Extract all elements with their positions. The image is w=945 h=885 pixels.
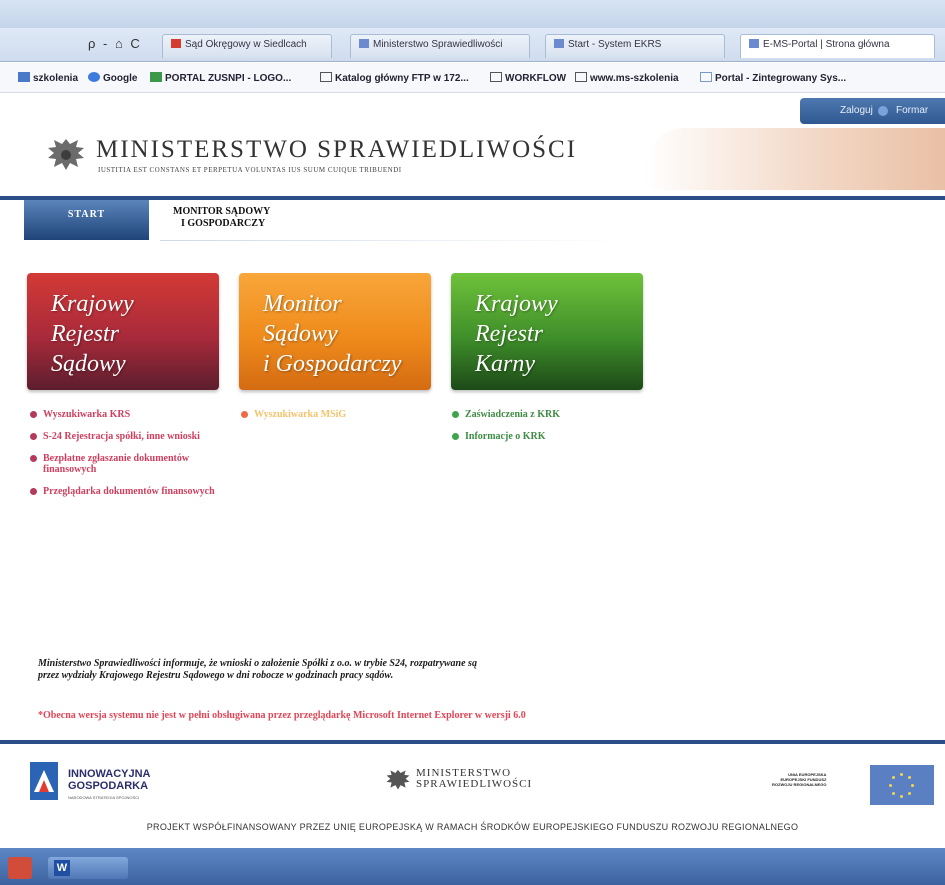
site-favicon-icon [171, 39, 181, 48]
bullet-icon [30, 455, 37, 462]
link-zaswiadczenia-krk[interactable]: Zaświadczenia z KRK [452, 409, 652, 420]
tile-monitor-sadowy[interactable]: Monitor Sądowy i Gospodarczy [239, 273, 431, 390]
link-icon [18, 72, 30, 82]
login-link[interactable]: Zaloguj [840, 105, 873, 116]
start-button[interactable] [8, 857, 32, 879]
msig-links: Wyszukiwarka MSiG [241, 409, 441, 431]
site-favicon-icon [359, 39, 369, 48]
nav-monitor-label: MONITOR SĄDOWY [173, 206, 271, 217]
separator-icon [878, 106, 888, 116]
tile-label: Monitor [263, 291, 342, 317]
tile-krajowy-rejestr-sadowy[interactable]: Krajowy Rejestr Sądowy [27, 273, 219, 390]
eagle-emblem-icon [386, 769, 410, 790]
bullet-icon [241, 411, 248, 418]
nav-start[interactable]: START [24, 200, 149, 240]
window-frame [0, 0, 945, 28]
tab-ems-portal[interactable]: E-MS-Portal | Strona główna [740, 34, 935, 58]
tile-label: Krajowy [475, 291, 558, 317]
tab-bar: ρ - ⌂ C Sąd Okręgowy w Siedlcach Ministe… [0, 28, 945, 62]
nav-monitor-sadowy[interactable]: MONITOR SĄDOWY I GOSPODARCZY [173, 206, 270, 230]
page-icon [700, 72, 712, 82]
info-notice: Ministerstwo Sprawiedliwości informuje, … [38, 658, 477, 681]
tile-label: Krajowy [51, 291, 134, 317]
google-icon [88, 72, 100, 82]
address-tools[interactable]: ρ - ⌂ C [88, 36, 142, 51]
bullet-icon [30, 433, 37, 440]
favorite-szkolenia[interactable]: szkolenia [18, 72, 78, 84]
eu-flag-icon [870, 765, 934, 805]
project-cofinancing-note: PROJEKT WSPÓŁFINANSOWANY PRZEZ UNIĘ EURO… [146, 822, 799, 832]
taskbar: W [0, 848, 945, 885]
favorite-ms-szkolenia[interactable]: www.ms-szkolenia [575, 72, 679, 84]
page-icon [575, 72, 587, 82]
browser-warning: *Obecna wersja systemu nie jest w pełni … [38, 710, 526, 721]
tab-ministerstwo[interactable]: Ministerstwo Sprawiedliwości [350, 34, 530, 58]
tile-krajowy-rejestr-karny[interactable]: Krajowy Rejestr Karny [451, 273, 643, 390]
favorite-portal[interactable]: Portal - Zintegrowany Sys... [700, 72, 846, 84]
tile-label: Karny [475, 351, 535, 377]
site-favicon-icon [749, 39, 759, 48]
krk-links: Zaświadczenia z KRK Informacje o KRK [452, 409, 652, 453]
motto: IUSTITIA EST CONSTANS ET PERPETUA VOLUNT… [98, 166, 402, 174]
header-hand-image [645, 128, 945, 190]
bullet-icon [30, 488, 37, 495]
bullet-icon [452, 411, 459, 418]
page-title: MINISTERSTWO SPRAWIEDLIWOŚCI [96, 136, 578, 163]
utility-bar: Zaloguj Formar [800, 98, 945, 124]
tab-sad-okregowy[interactable]: Sąd Okręgowy w Siedlcach [162, 34, 332, 58]
tile-label: i Gospodarczy [263, 351, 402, 377]
link-s24-rejestracja[interactable]: S-24 Rejestracja spółki, inne wnioski [30, 431, 230, 442]
bullet-icon [452, 433, 459, 440]
innowacyjna-gospodarka-logo-icon [30, 762, 58, 800]
link-bezplatne-zglaszanie[interactable]: Bezpłatne zgłaszanie dokumentów finansow… [30, 453, 230, 475]
link-wyszukiwarka-krs[interactable]: Wyszukiwarka KRS [30, 409, 230, 420]
page-icon [490, 72, 502, 82]
eagle-emblem-icon [48, 139, 84, 170]
favorite-google[interactable]: Google [88, 72, 137, 84]
link-informacje-krk[interactable]: Informacje o KRK [452, 431, 652, 442]
tile-label: Rejestr [51, 321, 119, 347]
page-icon [320, 72, 332, 82]
site-favicon-icon [554, 39, 564, 48]
link-przegladarka-dokumentow[interactable]: Przeglądarka dokumentów finansowych [30, 486, 230, 497]
contact-link[interactable]: Formar [896, 105, 928, 116]
footer-divider [0, 740, 945, 744]
word-icon: W [54, 860, 70, 876]
ig-subtitle: NARODOWA STRATEGIA SPÓJNOŚCI [68, 795, 140, 800]
tile-label: Sądowy [51, 351, 126, 377]
favorites-bar: szkolenia Google PORTAL ZUSNPI - LOGO...… [0, 63, 945, 93]
favorite-ftp[interactable]: Katalog główny FTP w 172... [320, 72, 469, 84]
nav-monitor-label: I GOSPODARCZY [181, 218, 266, 229]
word-taskbar-button[interactable]: W [48, 857, 128, 879]
krs-links: Wyszukiwarka KRS S-24 Rejestracja spółki… [30, 409, 230, 508]
tab-ekrs[interactable]: Start - System EKRS [545, 34, 725, 58]
bullet-icon [30, 411, 37, 418]
portal-icon [150, 72, 162, 82]
favorite-zusnpi[interactable]: PORTAL ZUSNPI - LOGO... [150, 72, 291, 84]
tile-label: Sądowy [263, 321, 338, 347]
innowacyjna-gospodarka-logo: INNOWACYJNA GOSPODARKA [68, 768, 151, 792]
unia-europejska-label: UNIA EUROPEJSKA EUROPEJSKI FUNDUSZ ROZWO… [772, 772, 827, 787]
favorite-workflow[interactable]: WORKFLOW [490, 72, 566, 84]
nav-divider [160, 240, 630, 241]
ministerstwo-footer-logo: MINISTERSTWO SPRAWIEDLIWOŚCI [416, 767, 533, 790]
tile-label: Rejestr [475, 321, 543, 347]
link-wyszukiwarka-msig[interactable]: Wyszukiwarka MSiG [241, 409, 441, 420]
